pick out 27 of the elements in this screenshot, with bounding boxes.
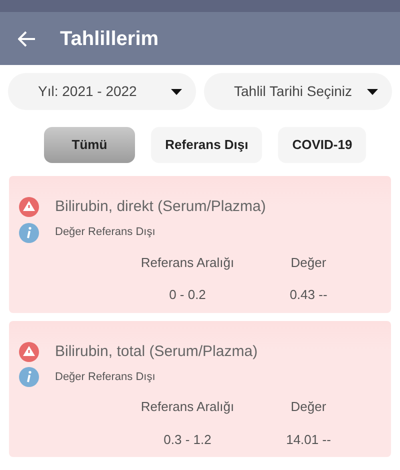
column-header: Değer — [290, 398, 326, 416]
result-card[interactable]: Bilirubin, total (Serum/Plazma) Değer Referans Dışı Referans Aralığı Değer 0.3 - 1.2 14.01 -- — [9, 320, 391, 457]
reference-range: 0.3 - 1.2 — [164, 430, 212, 448]
test-name: Bilirubin, total (Serum/Plazma) — [55, 342, 258, 362]
reference-range: 0 - 0.2 — [169, 286, 206, 304]
dropdown[interactable]: Yıl: 2021 - 2022 — [8, 73, 196, 110]
warning-icon — [19, 197, 39, 218]
result-value: 14.01 -- — [286, 430, 331, 448]
back-icon[interactable] — [18, 30, 36, 46]
warning-icon — [19, 342, 39, 362]
test-name: Bilirubin, direkt (Serum/Plazma) — [55, 197, 266, 217]
dropdown[interactable]: Tahlil Tarihi Seçiniz — [204, 73, 392, 110]
status-text: Değer Referans Dışı — [55, 370, 156, 385]
status-text: Değer Referans Dışı — [55, 225, 156, 240]
column-header: Referans Aralığı — [140, 254, 234, 272]
result-value: 0.43 -- — [290, 286, 328, 304]
info-icon — [19, 367, 39, 387]
info-icon — [19, 222, 39, 242]
screen-title: Tahlillerim — [60, 26, 159, 50]
filter-tab[interactable]: COVID-19 — [278, 127, 366, 163]
filter-tab[interactable]: Referans Dışı — [151, 127, 262, 163]
result-card[interactable]: Bilirubin, direkt (Serum/Plazma) Değer Referans Dışı Referans Aralığı Değer 0 - 0.2 0.43 -- — [9, 176, 391, 312]
column-header: Değer — [290, 254, 326, 272]
caret-icon — [367, 88, 378, 94]
column-header: Referans Aralığı — [140, 398, 234, 416]
caret-icon — [171, 88, 182, 94]
filter-tab[interactable]: Tümü — [44, 127, 136, 163]
